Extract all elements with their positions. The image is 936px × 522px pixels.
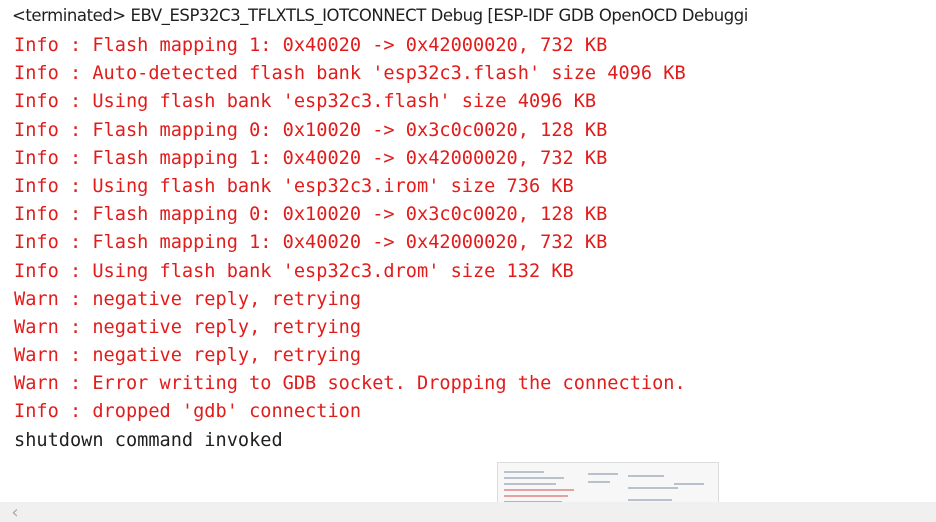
console-line: Info : Flash mapping 1: 0x40020 -> 0x420… xyxy=(14,232,608,254)
console-line: Warn : negative reply, retrying xyxy=(14,288,362,310)
console-title: <terminated> EBV_ESP32C3_TFLXTLS_IOTCONN… xyxy=(12,6,748,25)
thumbnail-line xyxy=(504,489,574,491)
console-line: Info : Auto-detected flash bank 'esp32c3… xyxy=(14,63,686,85)
console-line: Warn : negative reply, retrying xyxy=(14,316,362,338)
thumbnail-line xyxy=(628,475,664,477)
console-line: Info : Flash mapping 1: 0x40020 -> 0x420… xyxy=(14,35,608,56)
console-line: shutdown command invoked xyxy=(14,429,283,451)
console-line: Info : Using flash bank 'esp32c3.irom' s… xyxy=(14,175,574,197)
console-line: Info : Using flash bank 'esp32c3.flash' … xyxy=(14,91,597,113)
console-line: Info : Flash mapping 0: 0x10020 -> 0x3c0… xyxy=(14,119,608,141)
thumbnail-line xyxy=(628,487,678,489)
console-output[interactable]: Info : Flash mapping 1: 0x40020 -> 0x420… xyxy=(14,32,936,455)
thumbnail-line xyxy=(504,483,556,485)
console-line: Warn : Error writing to GDB socket. Drop… xyxy=(14,373,686,395)
console-view: <terminated> EBV_ESP32C3_TFLXTLS_IOTCONN… xyxy=(0,0,936,522)
thumbnail-line xyxy=(504,477,564,479)
console-line: Info : Flash mapping 0: 0x10020 -> 0x3c0… xyxy=(14,204,608,226)
thumbnail-line xyxy=(504,495,568,497)
console-line: Info : dropped 'gdb' connection xyxy=(14,401,362,423)
console-line: Warn : negative reply, retrying xyxy=(14,345,362,367)
thumbnail-line xyxy=(504,471,544,473)
chevron-left-icon[interactable]: ‹ xyxy=(4,502,26,522)
thumbnail-line xyxy=(588,473,618,475)
thumbnail-line xyxy=(674,483,704,485)
console-line: Info : Using flash bank 'esp32c3.drom' s… xyxy=(14,260,574,282)
thumbnail-line xyxy=(628,499,672,501)
thumbnail-line xyxy=(588,481,610,483)
horizontal-scrollbar[interactable]: ‹ xyxy=(0,502,936,522)
console-line: Info : Flash mapping 1: 0x40020 -> 0x420… xyxy=(14,147,608,169)
